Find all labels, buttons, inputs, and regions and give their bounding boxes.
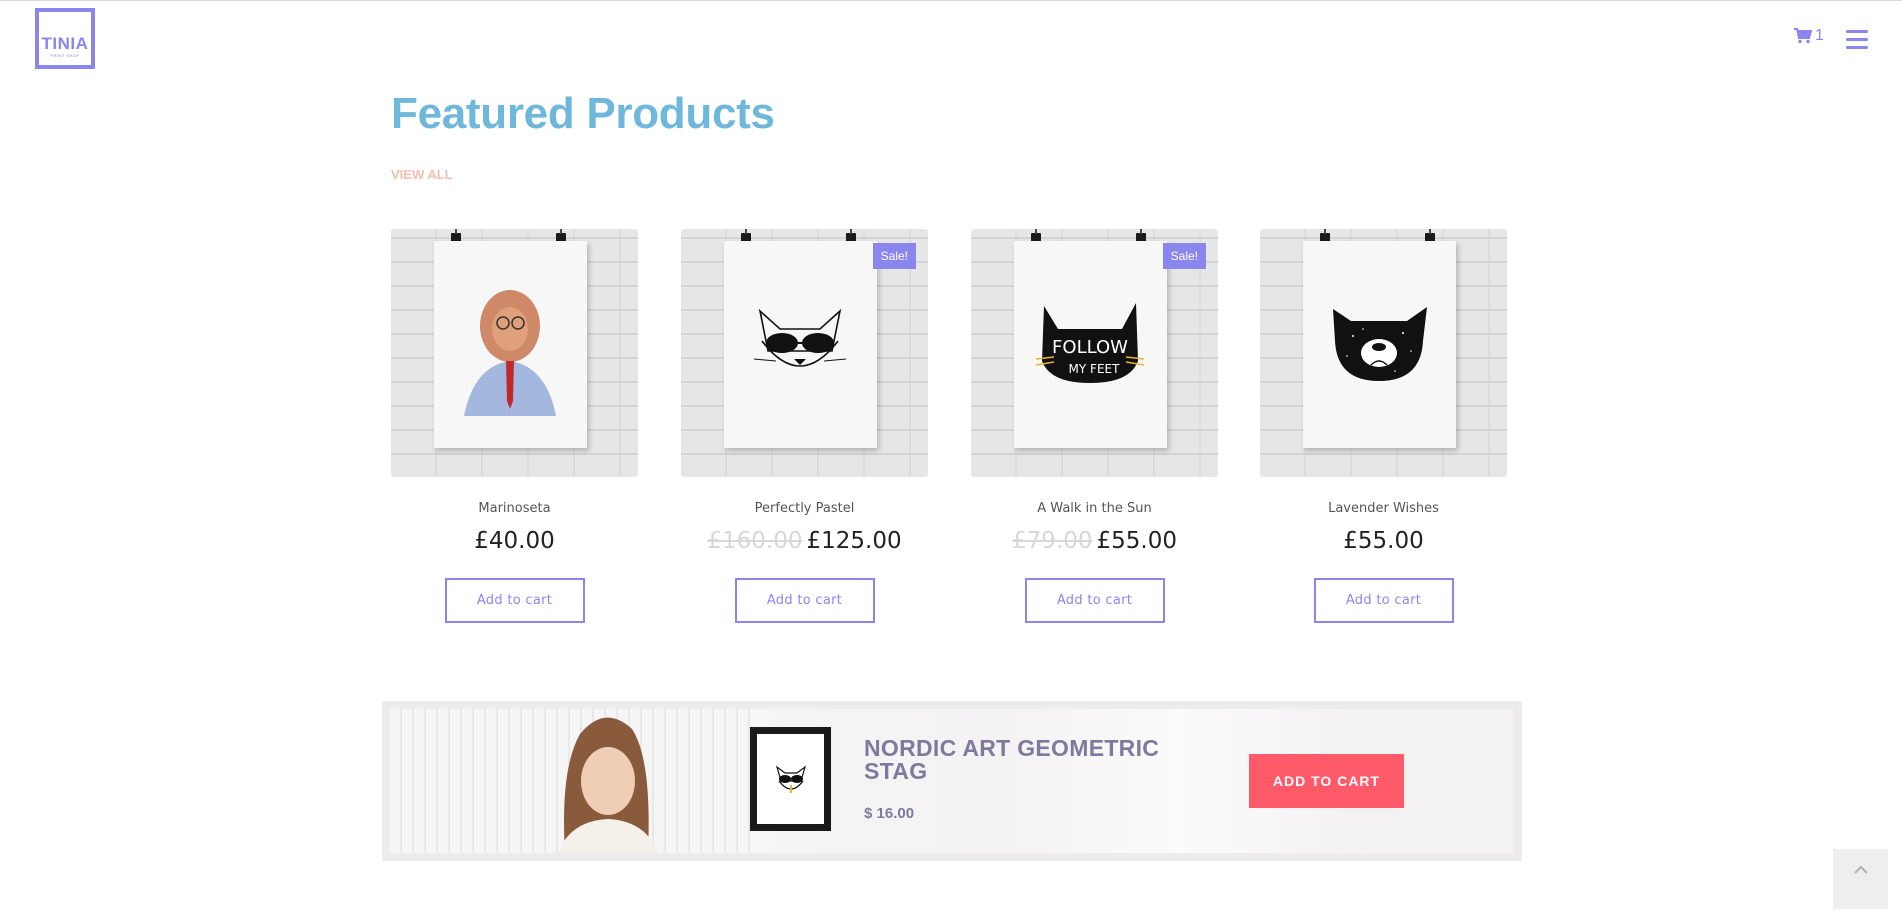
current-price: £55.00 xyxy=(1096,528,1177,554)
bear-illustration xyxy=(1333,307,1427,381)
product-name[interactable]: Marinoseta xyxy=(391,501,638,516)
black-cat-illustration: FOLLOW MY FEET xyxy=(1035,303,1145,383)
product-name[interactable]: Lavender Wishes xyxy=(1260,501,1507,516)
product-card[interactable]: FOLLOW MY FEET Sale! A Walk in the Sun £… xyxy=(971,229,1218,623)
current-price: £40.00 xyxy=(474,528,555,554)
framed-print xyxy=(750,727,831,831)
promo-banner: NORDIC ART GEOMETRIC STAG $ 16.00 ADD TO… xyxy=(382,701,1522,861)
lion-illustration xyxy=(464,290,556,416)
poster-text-line1: FOLLOW xyxy=(1052,337,1128,358)
view-all-link[interactable]: VIEW ALL xyxy=(391,167,453,182)
cart-icon xyxy=(1794,28,1812,44)
current-price: £125.00 xyxy=(806,528,902,554)
add-to-cart-button[interactable]: Add to cart xyxy=(1024,578,1165,623)
cart-button[interactable]: 1 xyxy=(1794,27,1824,45)
hamburger-menu-icon[interactable] xyxy=(1846,30,1868,49)
cat-sunglasses-illustration xyxy=(753,308,847,367)
product-name[interactable]: Perfectly Pastel xyxy=(681,501,928,516)
logo-subtext: PRINT SHOP xyxy=(50,53,80,58)
banner-price: $ 16.00 xyxy=(864,805,915,822)
product-price: £160.00 £125.00 xyxy=(681,528,928,554)
woman-photo xyxy=(558,717,658,853)
current-price: £55.00 xyxy=(1343,528,1424,554)
old-price: £160.00 xyxy=(707,528,803,554)
product-card[interactable]: Marinoseta £40.00 Add to cart xyxy=(391,229,638,623)
poster-text-line2: MY FEET xyxy=(1069,362,1121,376)
old-price: £79.00 xyxy=(1012,528,1093,554)
chevron-up-icon xyxy=(1853,865,1868,874)
cat-sunglasses-icon xyxy=(775,765,806,793)
product-image[interactable]: Sale! xyxy=(681,229,928,477)
section-title: Featured Products xyxy=(391,89,775,138)
product-card[interactable]: Lavender Wishes £55.00 Add to cart xyxy=(1260,229,1507,623)
product-card[interactable]: Sale! Perfectly Pastel £160.00 £125.00 Ad… xyxy=(681,229,928,623)
product-image[interactable]: FOLLOW MY FEET Sale! xyxy=(971,229,1218,477)
add-to-cart-button[interactable]: Add to cart xyxy=(1313,578,1454,623)
cart-count: 1 xyxy=(1815,27,1824,44)
product-price: £79.00 £55.00 xyxy=(971,528,1218,554)
add-to-cart-button[interactable]: Add to cart xyxy=(444,578,585,623)
add-to-cart-button[interactable]: Add to cart xyxy=(734,578,875,623)
product-image[interactable] xyxy=(1260,229,1507,477)
sale-badge: Sale! xyxy=(872,243,916,269)
banner-title[interactable]: NORDIC ART GEOMETRIC STAG xyxy=(864,737,1164,783)
back-to-top-button[interactable] xyxy=(1833,849,1888,909)
product-name[interactable]: A Walk in the Sun xyxy=(971,501,1218,516)
product-image[interactable] xyxy=(391,229,638,477)
product-price: £55.00 xyxy=(1260,528,1507,554)
product-price: £40.00 xyxy=(391,528,638,554)
logo-text: TINIA xyxy=(41,34,89,53)
sale-badge: Sale! xyxy=(1162,243,1206,269)
banner-add-to-cart-button[interactable]: ADD TO CART xyxy=(1249,754,1404,808)
logo[interactable]: TINIA PRINT SHOP xyxy=(35,8,95,69)
